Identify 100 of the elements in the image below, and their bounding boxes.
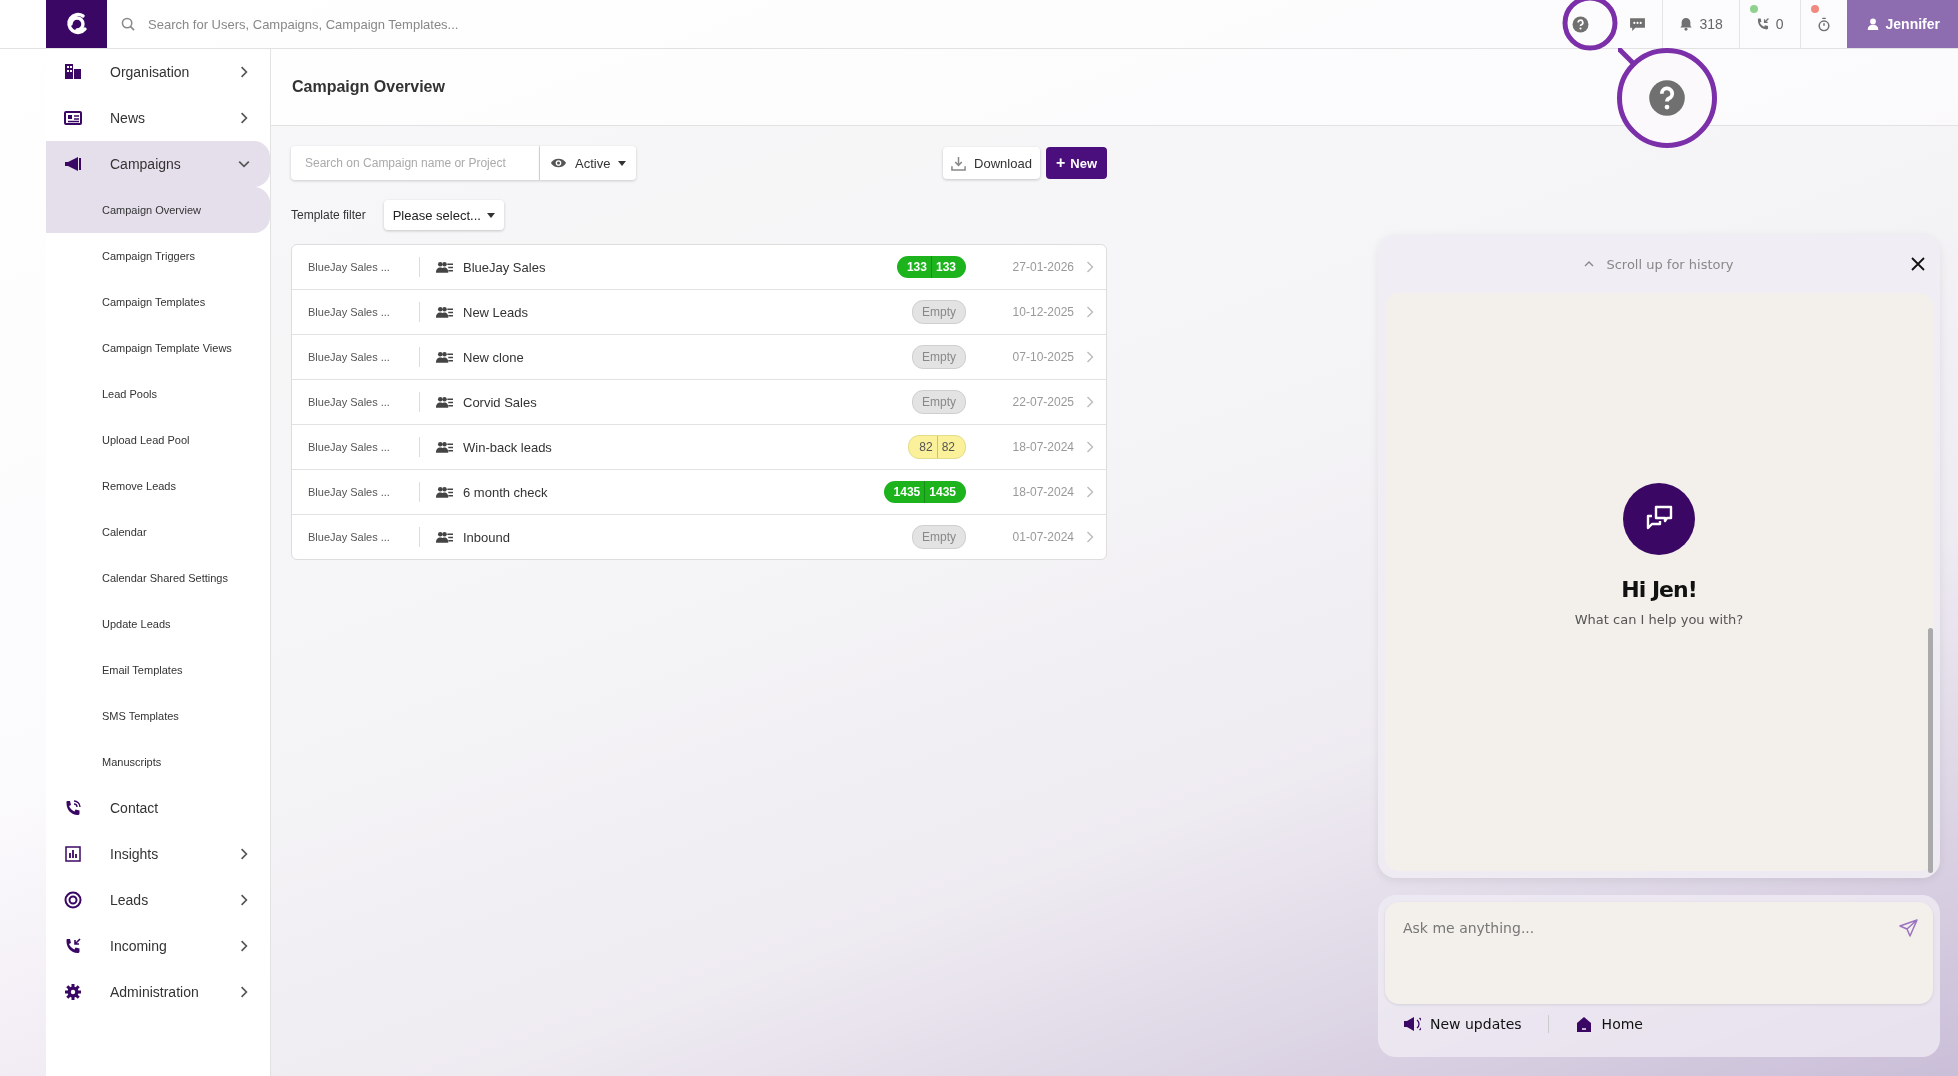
campaign-name: Inbound (463, 529, 510, 545)
chevron-icon (1086, 306, 1094, 318)
new-button[interactable]: + New (1045, 147, 1107, 179)
newspaper-icon (64, 109, 82, 127)
caret-icon (486, 212, 495, 218)
nav-item[interactable]: Organisation (46, 49, 270, 95)
people-list-icon (436, 350, 453, 364)
megaphone-icon (64, 155, 82, 173)
chevron-icon (1086, 441, 1094, 453)
campaign-name: Corvid Sales (463, 394, 537, 410)
people-list-icon (436, 395, 453, 409)
search-field[interactable]: Search for Users, Campaigns, Campaign Templates... (146, 15, 570, 33)
person-icon (1866, 18, 1879, 30)
send-icon (1899, 918, 1919, 938)
close-button[interactable] (1911, 257, 1925, 271)
date: 07-10-2025 (1011, 350, 1074, 364)
nav-item[interactable]: Campaigns (46, 141, 270, 187)
template-dropdown[interactable]: Please select... (383, 200, 504, 230)
nav-item[interactable]: News (46, 95, 270, 141)
campaign-name: New clone (463, 349, 524, 365)
people-list-icon (436, 305, 453, 319)
gear-icon (64, 983, 82, 1001)
project-name: BlueJay Sales ... (308, 482, 420, 502)
nav-subitem[interactable]: Update Leads (46, 601, 270, 647)
nav-subitem[interactable]: Campaign Template Views (46, 325, 270, 371)
nav-item[interactable]: Incoming (46, 923, 270, 969)
highlight-ring (1562, 0, 1618, 51)
house-icon (1574, 1015, 1593, 1033)
date: 27-01-2026 (1011, 260, 1074, 274)
empty-badge: Empty (912, 345, 966, 369)
campaign-row[interactable]: BlueJay Sales ... 6 month check 1435 1435 18-07-2024 (292, 470, 1106, 515)
visibility-dropdown[interactable]: Active (540, 146, 637, 180)
chevron-icon (1086, 261, 1094, 273)
nav-subitem[interactable]: Calendar (46, 509, 270, 555)
campaign-name: Win-back leads (463, 439, 552, 455)
nav-subitem[interactable]: Calendar Shared Settings (46, 555, 270, 601)
empty-badge: Empty (912, 525, 966, 549)
date: 22-07-2025 (1011, 395, 1074, 409)
lead-count-badge: 1435 1435 (883, 481, 966, 503)
campaign-row[interactable]: BlueJay Sales ... New clone Empty 07-10-2025 (292, 335, 1106, 380)
target-icon (64, 891, 82, 909)
search-field[interactable]: Search on Campaign name or Project (291, 146, 540, 180)
megaphone-icon (1403, 1015, 1421, 1033)
help-icon (1648, 79, 1686, 117)
campaign-row[interactable]: BlueJay Sales ... Win-back leads 82 82 18-07-2024 (292, 425, 1106, 470)
footer-link[interactable]: New updates (1403, 1015, 1548, 1033)
nav-item[interactable]: Contact (46, 785, 270, 831)
caret-icon (618, 160, 627, 166)
nav-item[interactable]: Administration (46, 969, 270, 1015)
nav-subitem[interactable]: SMS Templates (46, 693, 270, 739)
project-name: BlueJay Sales ... (308, 437, 420, 457)
campaign-name: 6 month check (463, 484, 548, 500)
nav-item[interactable]: Leads (46, 877, 270, 923)
nav-subitem[interactable]: Remove Leads (46, 463, 270, 509)
empty-badge: Empty (912, 390, 966, 414)
project-name: BlueJay Sales ... (308, 392, 420, 412)
scrollbar-thumb[interactable] (1928, 628, 1933, 873)
campaign-name: BlueJay Sales (463, 259, 546, 275)
download-icon (951, 155, 967, 171)
date: 18-07-2024 (1011, 440, 1074, 454)
nav-subitem[interactable]: Upload Lead Pool (46, 417, 270, 463)
date: 10-12-2025 (1011, 305, 1074, 319)
campaign-row[interactable]: BlueJay Sales ... Inbound Empty 01-07-2024 (292, 515, 1106, 559)
chart-icon (64, 845, 82, 863)
page-title: Campaign Overview (292, 78, 445, 96)
search-icon (121, 16, 136, 32)
chat-bubble-icon (1629, 15, 1647, 33)
campaign-row[interactable]: BlueJay Sales ... New Leads Empty 10-12-2025 (292, 290, 1106, 335)
nav-subitem[interactable]: Lead Pools (46, 371, 270, 417)
eye-icon (550, 157, 567, 169)
campaign-row[interactable]: BlueJay Sales ... Corvid Sales Empty 22-07-2025 (292, 380, 1106, 425)
logo[interactable] (46, 0, 107, 48)
nav-item[interactable]: Insights (46, 831, 270, 877)
phone-icon (1755, 17, 1770, 31)
greeting: Hi Jen! (1621, 577, 1697, 602)
chevron-icon (1086, 531, 1094, 543)
calls-button[interactable]: 0 (1738, 0, 1800, 48)
chevron-icon (1086, 396, 1094, 408)
greeting-subtitle: What can I help you with? (1574, 612, 1744, 627)
date: 01-07-2024 (1011, 530, 1074, 544)
date: 18-07-2024 (1011, 485, 1074, 499)
people-list-icon (436, 530, 453, 544)
nav-subitem[interactable]: Email Templates (46, 647, 270, 693)
campaign-row[interactable]: BlueJay Sales ... BlueJay Sales 133 133 27-01-2026 (292, 245, 1106, 290)
incoming-call-icon (64, 937, 82, 955)
download-button[interactable]: Download (943, 147, 1040, 179)
notifications-button[interactable]: 318 (1662, 0, 1739, 48)
nav-subitem[interactable]: Campaign Templates (46, 279, 270, 325)
nav-subitem[interactable]: Campaign Triggers (46, 233, 270, 279)
lead-count-badge: 133 133 (896, 256, 966, 278)
nav-subitem[interactable]: Campaign Overview (46, 187, 270, 233)
project-name: BlueJay Sales ... (308, 302, 420, 322)
nav-subitem[interactable]: Manuscripts (46, 739, 270, 785)
chevron-up-icon (1584, 261, 1595, 267)
footer-link[interactable]: Home (1547, 1015, 1669, 1033)
lead-count-badge: 82 82 (908, 435, 966, 459)
user-button[interactable]: Jennifer (1846, 0, 1958, 48)
campaign-name: New Leads (463, 304, 529, 320)
project-name: BlueJay Sales ... (308, 347, 420, 367)
building-icon (64, 63, 82, 81)
